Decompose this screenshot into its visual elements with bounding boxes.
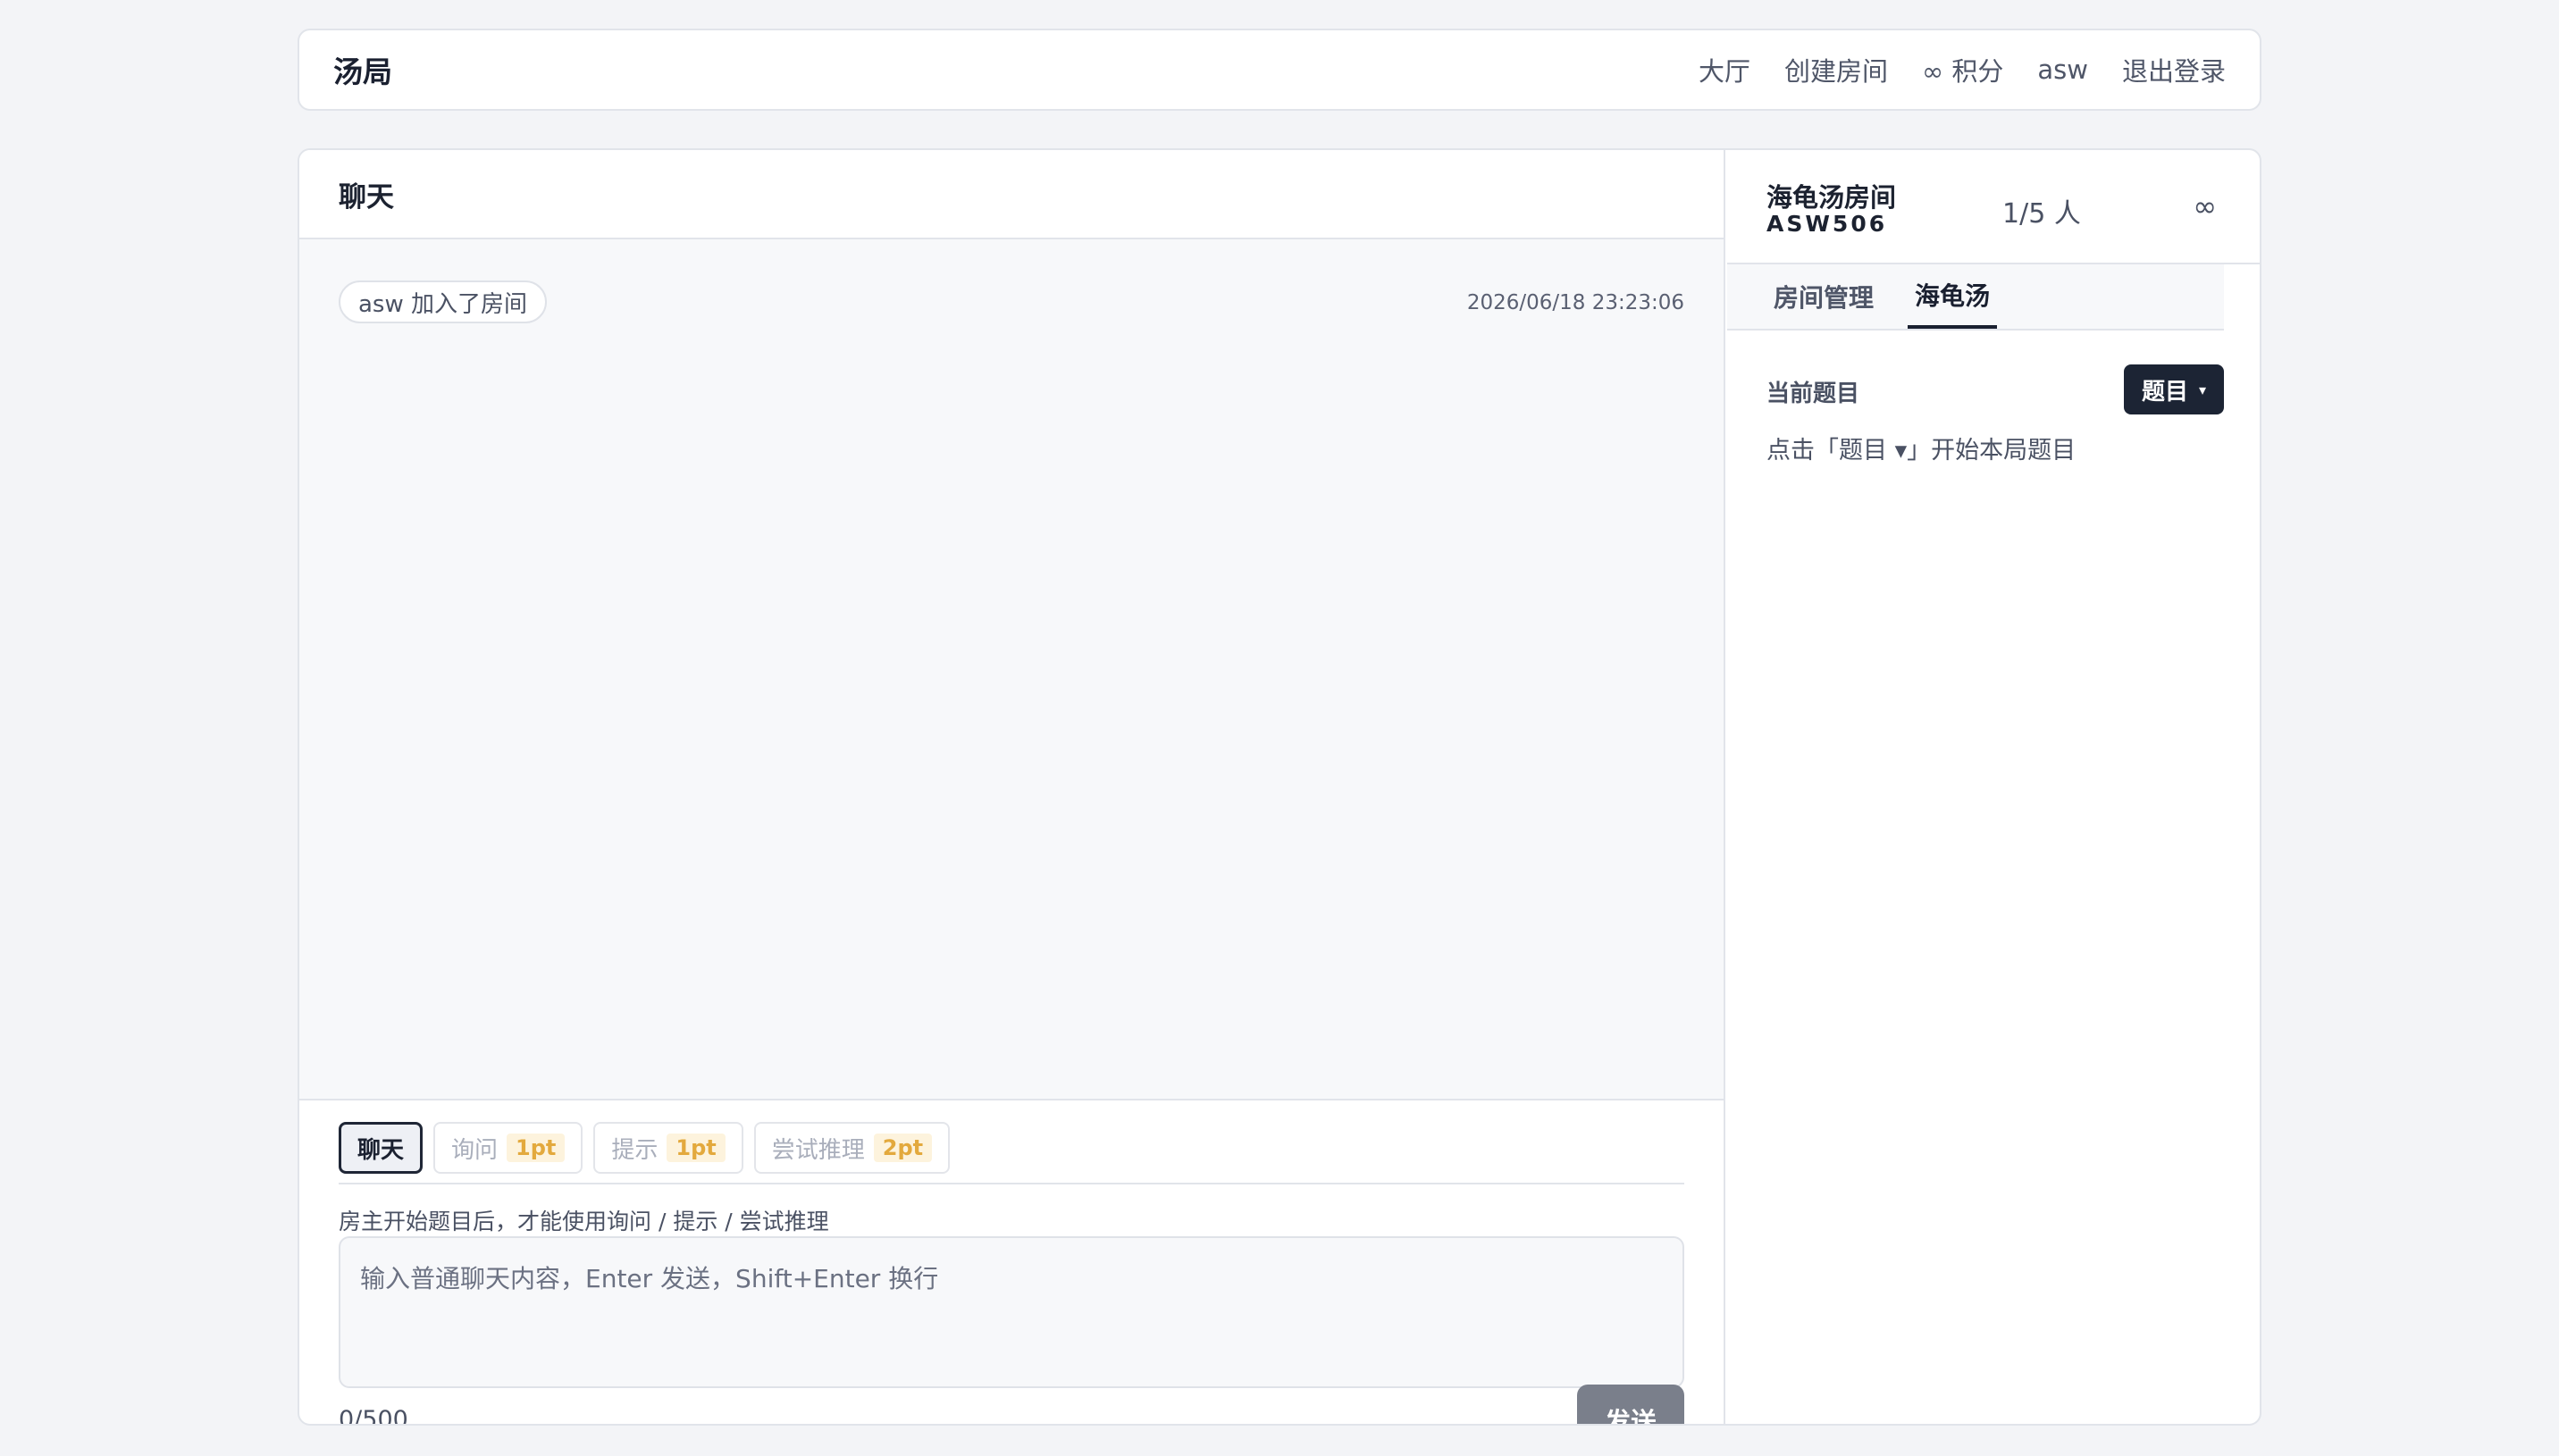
tab-room-manage[interactable]: 房间管理 — [1766, 264, 1881, 329]
room-code: ASW506 — [1766, 211, 1888, 237]
mode-hint-cost: 1pt — [667, 1134, 726, 1162]
brand-logo[interactable]: 汤局 — [333, 48, 392, 91]
room-tabs: 房间管理 海龟汤 — [1727, 264, 2224, 331]
send-button[interactable]: 发送 — [1577, 1385, 1684, 1424]
chat-input[interactable] — [339, 1236, 1684, 1388]
mode-hint-label: 提示 — [611, 1136, 659, 1164]
room-header: 海龟汤房间 ASW506 1/5 人 ∞ — [1727, 150, 2260, 264]
mode-ask-label: 询问 — [451, 1136, 499, 1164]
caret-down-icon: ▾ — [2198, 381, 2206, 398]
current-topic-label: 当前题目 — [1766, 381, 1860, 407]
topic-dropdown-button[interactable]: 题目 ▾ — [2123, 364, 2224, 414]
room-name: 海龟汤房间 — [1766, 182, 1897, 213]
mode-ask-cost: 1pt — [507, 1134, 566, 1162]
topic-button-label: 题目 — [2141, 378, 2188, 406]
nav-logout[interactable]: 退出登录 — [2122, 51, 2226, 88]
char-counter: 0/500 — [339, 1406, 408, 1426]
room-panel: 聊天 asw 加入了房间 2026/06/18 23:23:06 聊天 询问 1… — [298, 148, 2261, 1426]
chat-section: 聊天 asw 加入了房间 2026/06/18 23:23:06 聊天 询问 1… — [299, 150, 1725, 1424]
mode-chat-button[interactable]: 聊天 — [339, 1122, 424, 1174]
player-count: 1/5 人 — [2002, 198, 2081, 230]
nav-points[interactable]: ∞ 积分 — [1922, 51, 2003, 88]
message-list[interactable]: asw 加入了房间 2026/06/18 23:23:06 — [299, 239, 1724, 1100]
mode-hint-text: 房主开始题目后，才能使用询问 / 提示 / 尝试推理 — [339, 1209, 829, 1234]
mode-hint-button[interactable]: 提示 1pt — [593, 1122, 743, 1174]
nav-create-room[interactable]: 创建房间 — [1784, 51, 1888, 88]
message-timestamp: 2026/06/18 23:23:06 — [1466, 291, 1684, 314]
mode-guess-cost: 2pt — [873, 1134, 933, 1162]
composer: 聊天 询问 1pt 提示 1pt 尝试推理 2pt 房主开始题目后，才能使用询问… — [299, 1102, 1724, 1426]
mode-guess-label: 尝试推理 — [771, 1136, 865, 1164]
nav-lobby[interactable]: 大厅 — [1699, 51, 1750, 88]
tab-turtle-soup[interactable]: 海龟汤 — [1908, 264, 1998, 329]
chat-title: 聊天 — [299, 150, 1724, 239]
mode-ask-button[interactable]: 询问 1pt — [433, 1122, 583, 1174]
topic-hint: 点击「题目 ▾」开始本局题目 — [1766, 437, 2077, 464]
top-bar: 汤局 大厅 创建房间 ∞ 积分 asw 退出登录 — [298, 29, 2261, 111]
main-nav: 大厅 创建房间 ∞ 积分 asw 退出登录 — [1699, 51, 2226, 88]
mode-tabs: 聊天 询问 1pt 提示 1pt 尝试推理 2pt — [339, 1122, 1684, 1184]
nav-user[interactable]: asw — [2037, 54, 2088, 85]
infinity-icon: ∞ — [2193, 189, 2217, 223]
mode-guess-button[interactable]: 尝试推理 2pt — [753, 1122, 951, 1174]
system-message: asw 加入了房间 — [339, 280, 548, 323]
mode-chat-label: 聊天 — [357, 1136, 405, 1164]
room-sidebar: 海龟汤房间 ASW506 1/5 人 ∞ 房间管理 海龟汤 当前题目 题目 ▾ … — [1727, 150, 2260, 1424]
